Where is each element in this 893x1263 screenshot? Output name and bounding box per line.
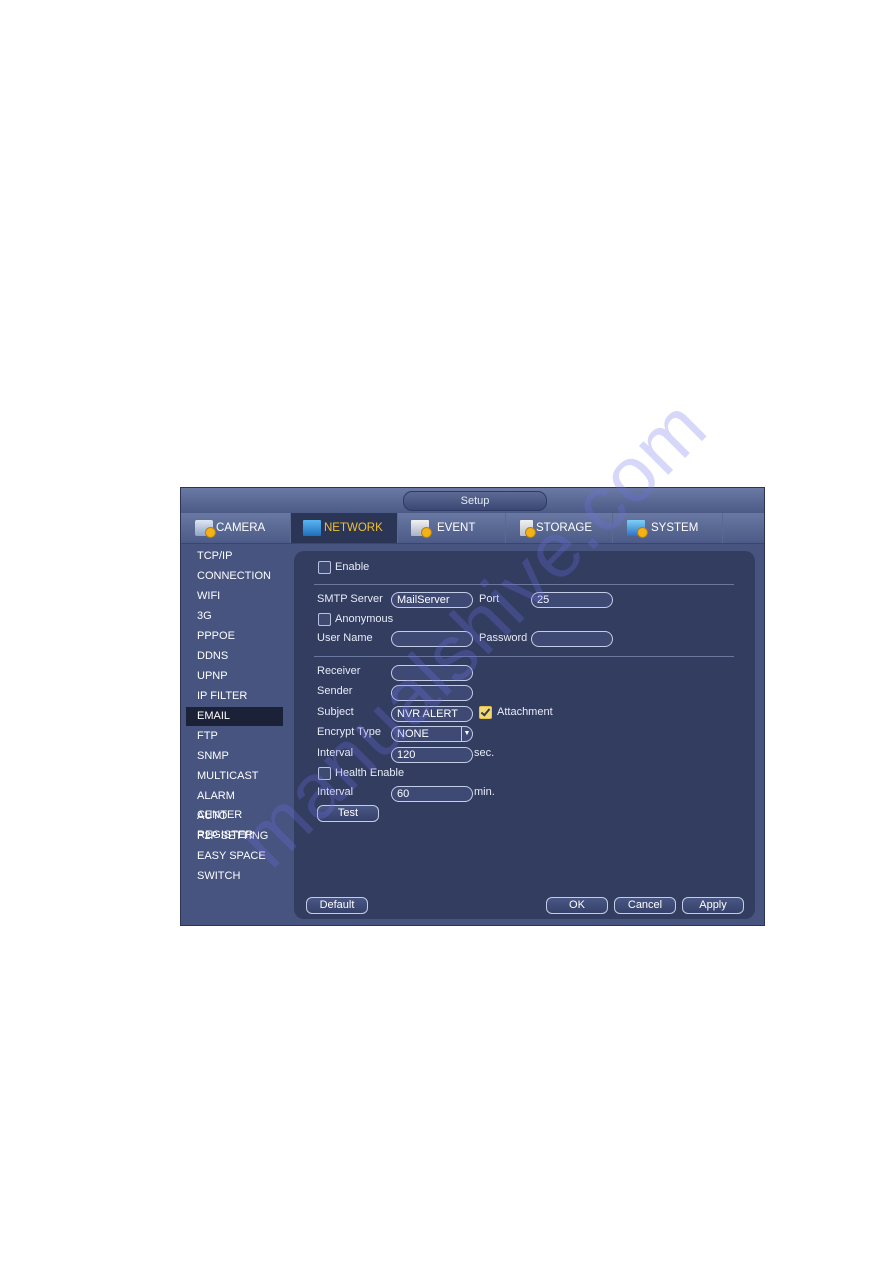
default-button[interactable]: Default — [306, 897, 368, 914]
health-enable-label: Health Enable — [335, 767, 405, 779]
main-tabs: CAMERA NETWORK EVENT STORAGE SYSTEM — [181, 513, 764, 544]
port-label: Port — [479, 593, 500, 605]
sidebar-item-snmp[interactable]: SNMP — [186, 747, 283, 766]
port-input[interactable]: 25 — [531, 592, 613, 608]
attachment-label: Attachment — [497, 706, 553, 718]
window-title: Setup — [403, 491, 547, 511]
sidebar-item-ddns[interactable]: DDNS — [186, 647, 283, 666]
encrypt-type-select[interactable]: NONE ▼ — [391, 726, 473, 742]
sender-input[interactable] — [391, 685, 473, 701]
subject-label: Subject — [317, 706, 354, 718]
health-interval-label: Interval — [317, 786, 354, 798]
subject-input[interactable]: NVR ALERT — [391, 706, 473, 722]
chevron-down-icon[interactable]: ▼ — [461, 727, 472, 741]
tab-system[interactable]: SYSTEM — [613, 513, 723, 543]
sidebar-item-switch[interactable]: SWITCH — [186, 867, 283, 886]
divider — [314, 584, 734, 585]
enable-label: Enable — [335, 561, 370, 573]
password-label: Password — [479, 632, 528, 644]
network-icon — [303, 520, 321, 536]
ok-button[interactable]: OK — [546, 897, 608, 914]
system-icon — [627, 520, 648, 538]
tab-label: STORAGE — [536, 522, 593, 534]
camera-settings-icon — [195, 520, 216, 538]
sidebar-item-connection[interactable]: CONNECTION — [186, 567, 283, 586]
sender-label: Sender — [317, 685, 353, 697]
sidebar-item-ip-filter[interactable]: IP FILTER — [186, 687, 283, 706]
anonymous-label: Anonymous — [335, 613, 394, 625]
title-bar: Setup — [181, 488, 764, 513]
interval-unit: sec. — [474, 747, 495, 759]
interval-label: Interval — [317, 747, 354, 759]
receiver-input[interactable] — [391, 665, 473, 681]
tab-label: CAMERA — [216, 522, 266, 534]
divider — [314, 656, 734, 657]
sidebar-item-wifi[interactable]: WIFI — [186, 587, 283, 606]
user-name-input[interactable] — [391, 631, 473, 647]
health-interval-unit: min. — [474, 786, 495, 798]
cancel-button[interactable]: Cancel — [614, 897, 676, 914]
health-interval-input[interactable]: 60 — [391, 786, 473, 802]
health-enable-checkbox[interactable] — [318, 767, 331, 780]
storage-icon — [520, 520, 536, 538]
setup-window: Setup CAMERA NETWORK EVENT STORAGE SYSTE… — [180, 487, 765, 926]
enable-checkbox[interactable] — [318, 561, 331, 574]
apply-button[interactable]: Apply — [682, 897, 744, 914]
tab-camera[interactable]: CAMERA — [181, 513, 291, 543]
interval-input[interactable]: 120 — [391, 747, 473, 763]
test-button[interactable]: Test — [317, 805, 379, 822]
smtp-server-label: SMTP Server — [317, 593, 383, 605]
tab-label: SYSTEM — [651, 522, 699, 534]
smtp-server-input[interactable]: MailServer — [391, 592, 473, 608]
sidebar-item-p2p-setting[interactable]: P2P SETTING — [186, 827, 283, 846]
encrypt-type-label: Encrypt Type — [317, 726, 381, 738]
sidebar-item-pppoe[interactable]: PPPOE — [186, 627, 283, 646]
sidebar-item-3g[interactable]: 3G — [186, 607, 283, 626]
attachment-checkbox[interactable] — [479, 706, 492, 719]
sidebar-item-auto-register[interactable]: AUTO REGISTER — [186, 807, 283, 841]
user-name-label: User Name — [317, 632, 373, 644]
sidebar-item-alarm-center[interactable]: ALARM CENTER — [186, 787, 283, 821]
tab-storage[interactable]: STORAGE — [506, 513, 613, 543]
sidebar-item-ftp[interactable]: FTP — [186, 727, 283, 746]
email-settings-panel: Enable SMTP Server MailServer Port 25 An… — [294, 551, 755, 919]
sidebar-item-easy-space[interactable]: EASY SPACE — [186, 847, 283, 866]
tab-label: EVENT — [437, 522, 476, 534]
sidebar-item-upnp[interactable]: UPNP — [186, 667, 283, 686]
tab-label: NETWORK — [324, 522, 383, 534]
receiver-label: Receiver — [317, 665, 361, 677]
anonymous-checkbox[interactable] — [318, 613, 331, 626]
event-icon — [411, 520, 432, 538]
network-sidebar: TCP/IP CONNECTION WIFI 3G PPPOE DDNS UPN… — [181, 544, 291, 924]
sidebar-item-email[interactable]: EMAIL — [186, 707, 283, 726]
sidebar-item-tcpip[interactable]: TCP/IP — [186, 547, 283, 566]
tab-event[interactable]: EVENT — [398, 513, 506, 543]
encrypt-type-value: NONE — [397, 728, 429, 740]
password-input[interactable] — [531, 631, 613, 647]
tab-network[interactable]: NETWORK — [291, 513, 398, 543]
sidebar-item-multicast[interactable]: MULTICAST — [186, 767, 283, 786]
